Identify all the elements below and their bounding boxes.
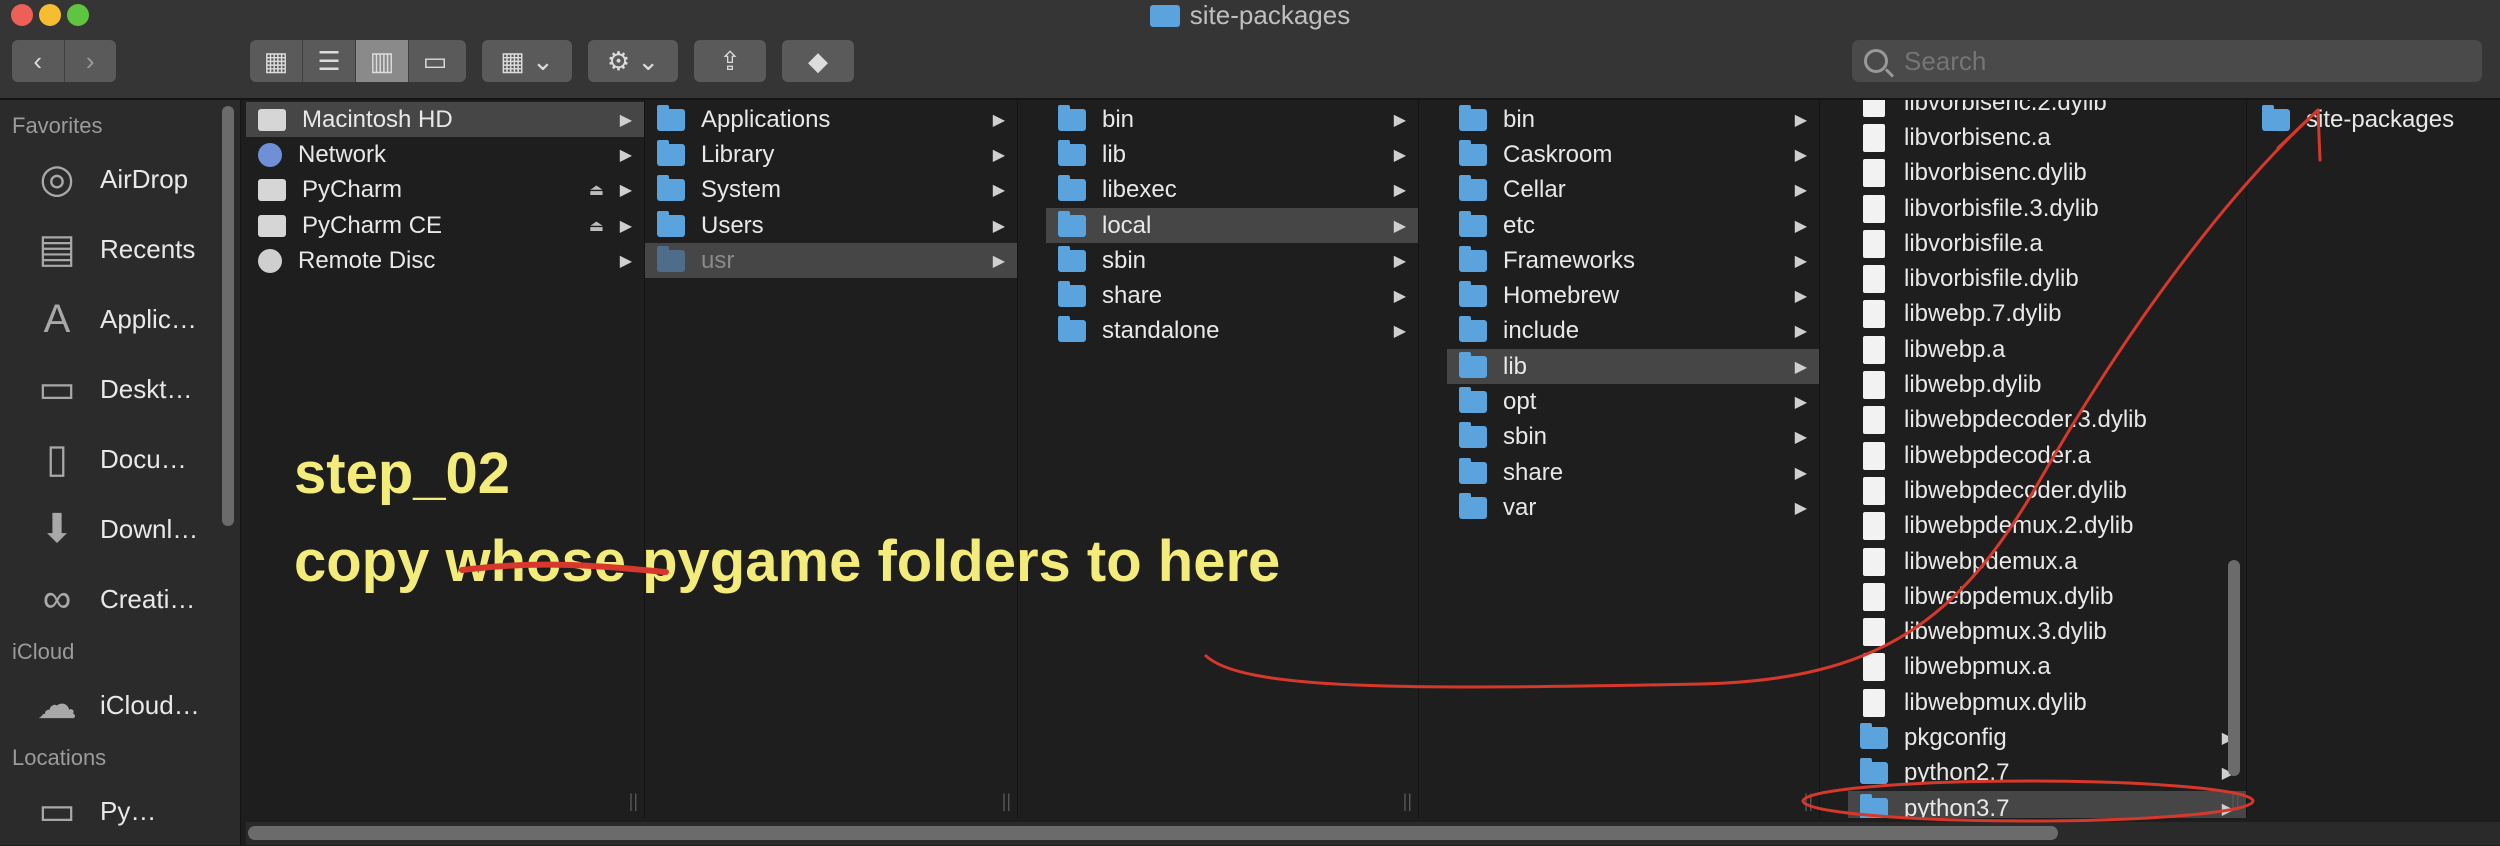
annotation-ink [459,108,2322,823]
strike-line [459,561,669,575]
annotation-arrow-line [1203,108,2320,689]
annotation-arrow-head [2276,108,2322,162]
python37-circle [1801,779,2255,823]
